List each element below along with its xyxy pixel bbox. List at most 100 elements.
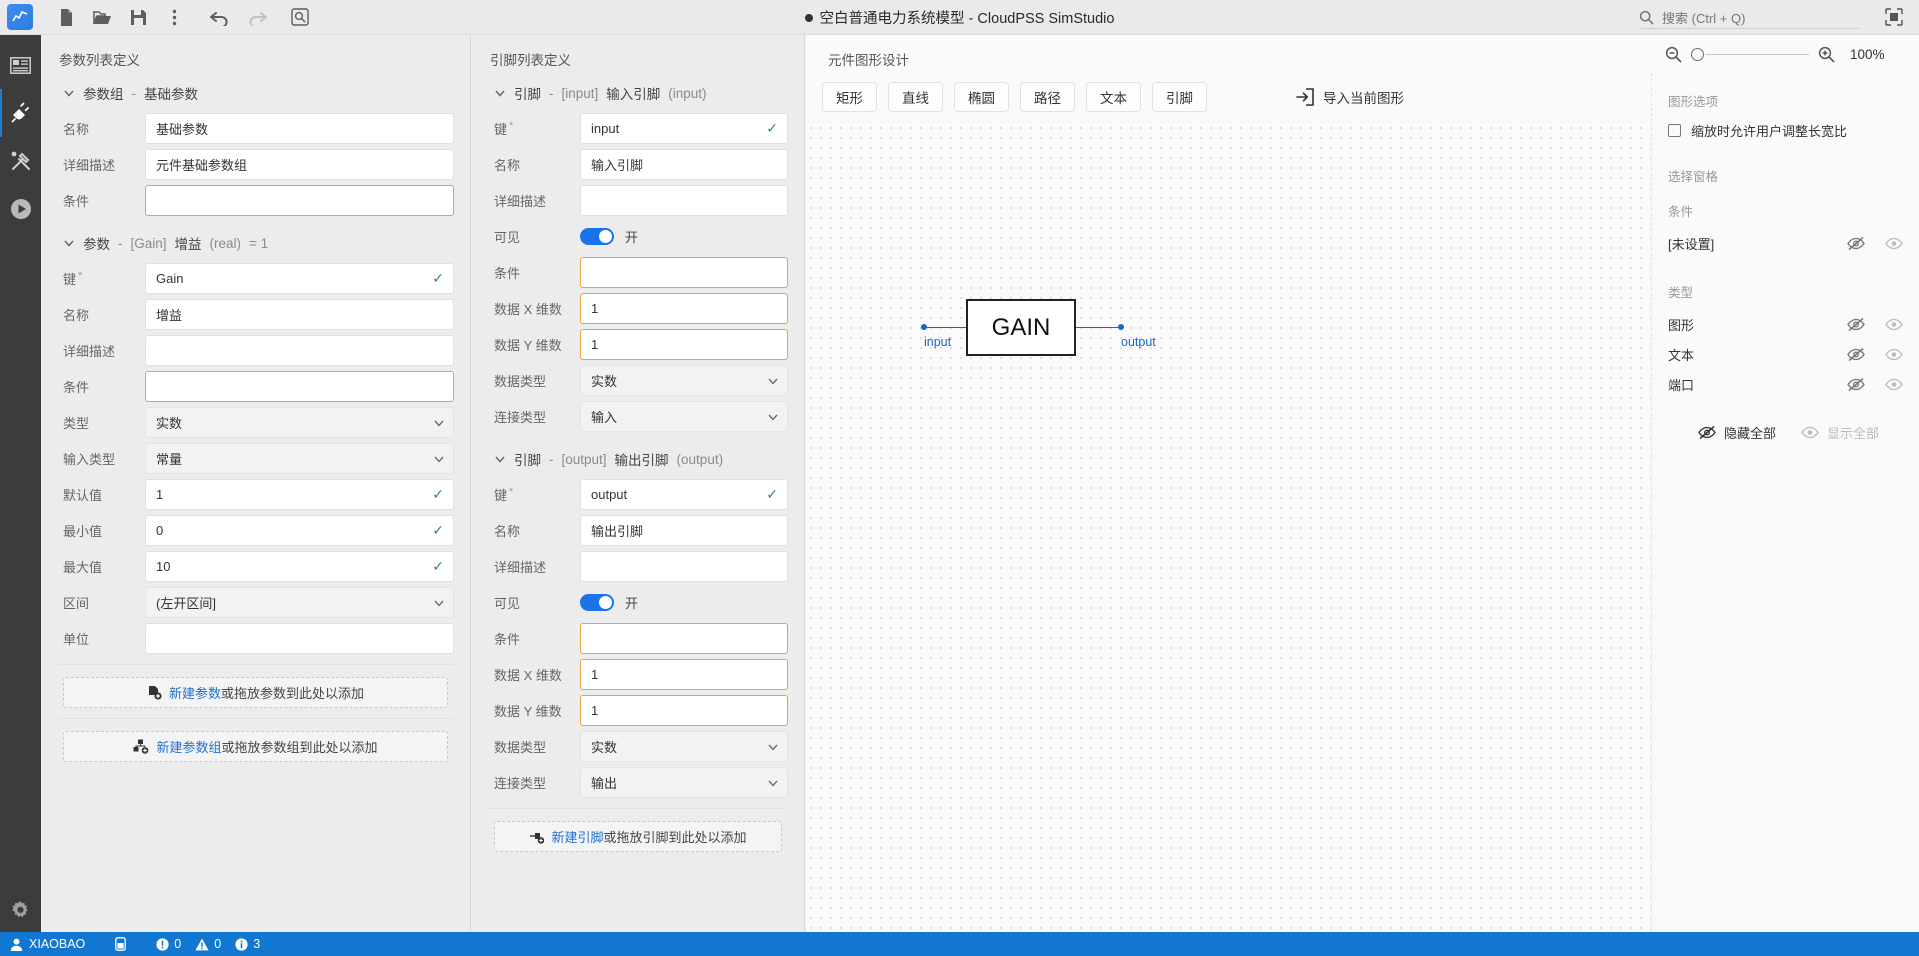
add-parameter-group-link[interactable]: 新建参数组 [156,740,221,755]
param-input-type-value: 常量 [156,452,183,467]
parameter-group-header[interactable]: 参数组 - 基础参数 [57,77,454,113]
pin-output-key-input[interactable]: output ✓ [580,479,788,510]
hide-all-button[interactable]: 隐藏全部 [1698,423,1776,442]
sidebar-item-component[interactable] [0,89,41,137]
save-button[interactable] [123,2,153,32]
list-item[interactable]: [未设置] [1668,230,1903,256]
table-row: 详细描述 [57,335,454,366]
pin-input-header[interactable]: 引脚 - [input] 输入引脚 (input) [488,77,788,113]
eye-off-icon[interactable] [1847,347,1865,362]
tool-text-button[interactable]: 文本 [1086,82,1141,112]
pin-output-datatype-select[interactable]: 实数 [580,731,788,762]
checkbox-box[interactable] [1668,124,1681,137]
pin-input-dimy-input[interactable]: 1 [580,329,788,360]
pin-panel-title: 引脚列表定义 [490,53,571,68]
pin-input-key-input[interactable]: input ✓ [580,113,788,144]
eye-off-icon[interactable] [1847,377,1865,392]
eye-icon[interactable] [1885,318,1903,331]
open-folder-button[interactable] [87,2,117,32]
inspect-button[interactable] [285,2,315,32]
add-parameter-group-dropzone[interactable]: 新建参数组或拖放参数组到此处以添加 [63,731,448,762]
toggle-switch[interactable] [580,594,614,611]
eye-icon[interactable] [1885,348,1903,361]
sidebar-item-tools[interactable] [0,137,41,185]
maximize-restore-icon[interactable] [1885,8,1905,28]
tool-ellipse-button[interactable]: 椭圆 [954,82,1009,112]
pin-output-name-input[interactable]: 输出引脚 [580,515,788,546]
pin-input-description-input[interactable] [580,185,788,216]
add-parameter-dropzone[interactable]: 新建参数或拖放参数到此处以添加 [63,677,448,708]
import-current-shape-button[interactable]: 导入当前图形 [1296,82,1404,112]
sidebar-item-run[interactable] [0,185,41,233]
zoom-slider[interactable] [1691,47,1809,61]
zoom-out-icon[interactable] [1665,46,1682,63]
tool-path-button[interactable]: 路径 [1020,82,1075,112]
pin-output-visible-toggle[interactable]: 开 [580,587,788,618]
chevron-down-icon [767,411,779,423]
status-error-badge[interactable]: 0 [156,937,181,951]
list-item[interactable]: 文本 [1668,341,1903,367]
eye-off-icon[interactable] [1847,236,1865,251]
group-name-input[interactable]: 基础参数 [145,113,454,144]
add-pin-link[interactable]: 新建引脚 [551,830,603,845]
param-min-input[interactable]: 0 ✓ [145,515,454,546]
eye-icon[interactable] [1885,237,1903,250]
input-pin-dot[interactable] [921,324,927,330]
eye-off-icon[interactable] [1847,317,1865,332]
pin-input-name-input[interactable]: 输入引脚 [580,149,788,180]
status-user[interactable]: XIAOBAO [10,937,97,951]
required-marker: * [509,485,514,498]
add-pin-dropzone[interactable]: 新建引脚或拖放引脚到此处以添加 [494,821,782,852]
more-button[interactable] [159,2,189,32]
redo-button[interactable] [241,2,271,32]
param-default-input[interactable]: 1 ✓ [145,479,454,510]
group-condition-input[interactable] [145,185,454,216]
output-pin-dot[interactable] [1118,324,1124,330]
field-label: 数据 X 维数 [494,302,562,317]
status-warning-badge[interactable]: 0 [195,937,221,951]
search-input[interactable]: 搜索 (Ctrl + Q) [1639,6,1859,29]
pin-output-header[interactable]: 引脚 - [output] 输出引脚 (output) [488,437,788,479]
zoom-slider-handle[interactable] [1691,47,1704,61]
list-item[interactable]: 端口 [1668,371,1903,397]
group-description-input[interactable]: 元件基础参数组 [145,149,454,180]
list-item[interactable]: 图形 [1668,311,1903,337]
sidebar-item-settings[interactable] [0,886,41,934]
pin-output-conntype-select[interactable]: 输出 [580,767,788,798]
param-interval-select[interactable]: (左开区间] [145,587,454,618]
pin-input-visible-toggle[interactable]: 开 [580,221,788,252]
pin-output-dimx-input[interactable]: 1 [580,659,788,690]
pin-output-description-input[interactable] [580,551,788,582]
pin-input-conntype-select[interactable]: 输入 [580,401,788,432]
pin-output-dimy-input[interactable]: 1 [580,695,788,726]
param-description-input[interactable] [145,335,454,366]
pin-input-dimx-input[interactable]: 1 [580,293,788,324]
param-condition-input[interactable] [145,371,454,402]
param-unit-input[interactable] [145,623,454,654]
show-all-button[interactable]: 显示全部 [1801,423,1879,442]
zoom-in-icon[interactable] [1818,46,1835,63]
param-key-input[interactable]: Gain ✓ [145,263,454,294]
pin-input-condition-input[interactable] [580,257,788,288]
status-database[interactable] [115,937,138,951]
tool-rectangle-button[interactable]: 矩形 [822,82,877,112]
gain-block[interactable]: GAIN [966,299,1076,356]
undo-button[interactable] [205,2,235,32]
status-info-badge[interactable]: 3 [235,937,260,951]
new-file-button[interactable] [51,2,81,32]
sidebar-item-layout[interactable] [0,41,41,89]
pin-output-condition-input[interactable] [580,623,788,654]
pin-input-datatype-select[interactable]: 实数 [580,365,788,396]
field-label: 详细描述 [63,344,116,359]
add-parameter-link[interactable]: 新建参数 [169,686,221,701]
aspect-ratio-checkbox[interactable]: 缩放时允许用户调整长宽比 [1668,121,1903,140]
param-name-input[interactable]: 增益 [145,299,454,330]
tool-line-button[interactable]: 直线 [888,82,943,112]
param-input-type-select[interactable]: 常量 [145,443,454,474]
parameter-header[interactable]: 参数 - [Gain] 增益 (real) = 1 [57,221,454,263]
tool-pin-button[interactable]: 引脚 [1152,82,1207,112]
param-type-select[interactable]: 实数 [145,407,454,438]
toggle-switch[interactable] [580,228,614,245]
eye-icon[interactable] [1885,378,1903,391]
param-max-input[interactable]: 10 ✓ [145,551,454,582]
